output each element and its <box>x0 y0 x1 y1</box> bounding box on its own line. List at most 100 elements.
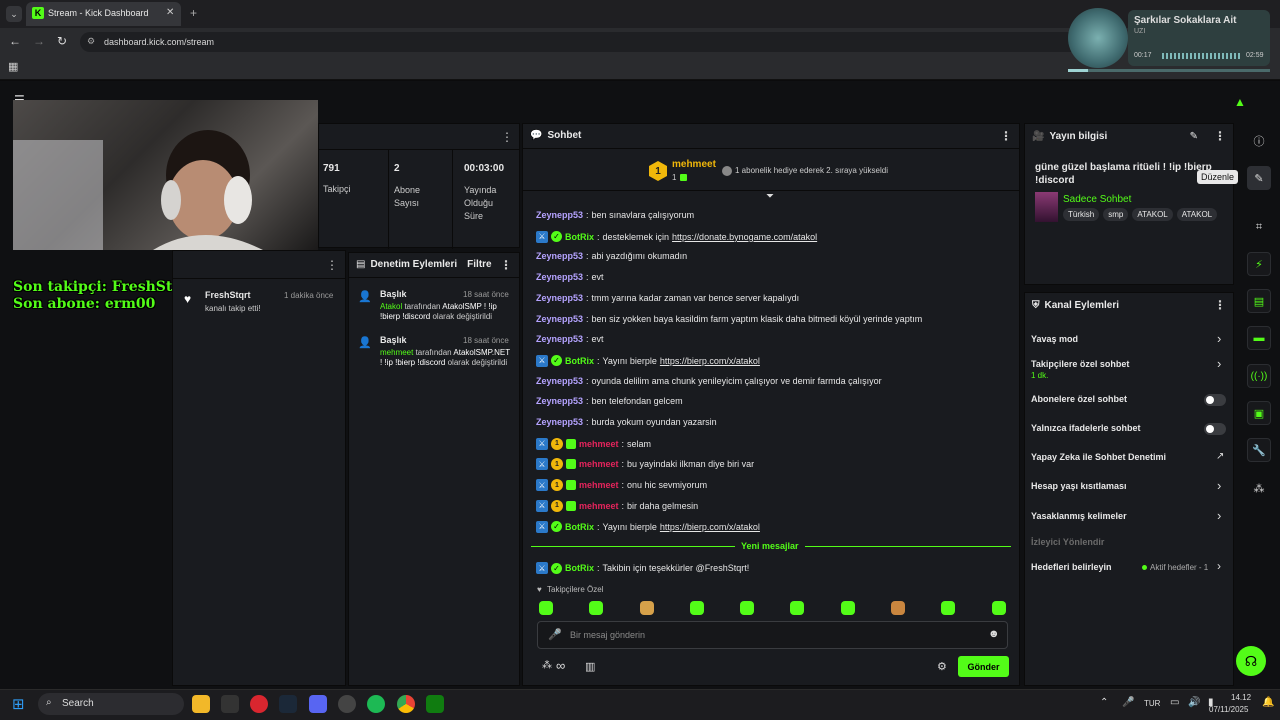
kick-studio-icon[interactable]: ▲ <box>1234 95 1246 109</box>
chat-username[interactable]: mehmeet <box>579 439 619 449</box>
emote[interactable] <box>640 601 654 615</box>
help-headset-icon[interactable]: ☊ <box>1236 646 1266 676</box>
chat-username[interactable]: BotRix <box>565 522 594 532</box>
channel-action-label[interactable]: Takipçilere özel sohbet <box>1031 359 1129 369</box>
settings-gear-icon[interactable]: ⚙ <box>937 660 947 673</box>
apps-grid-icon[interactable]: ▦ <box>8 60 18 73</box>
channel-action-label[interactable]: Yasaklanmış kelimeler <box>1031 511 1127 521</box>
chat-username[interactable]: BotRix <box>565 232 594 242</box>
emoji-icon[interactable]: ☻ <box>988 628 1000 640</box>
chevron-right-icon[interactable]: › <box>1217 559 1221 573</box>
chevron-right-icon[interactable]: › <box>1217 478 1221 493</box>
chat-username[interactable]: BotRix <box>565 563 594 573</box>
emote[interactable] <box>589 601 603 615</box>
chat-username[interactable]: BotRix <box>565 356 594 366</box>
channel-action-label[interactable]: Yavaş mod <box>1031 334 1078 344</box>
broadcast-rail-icon[interactable]: ((·)) <box>1247 364 1271 388</box>
notification-icon[interactable]: 🔔 <box>1262 697 1274 708</box>
store-icon[interactable]: ▥ <box>585 660 595 673</box>
info-icon[interactable]: ⓘ <box>1247 129 1271 153</box>
channel-action-label[interactable]: Yalnızca ifadelerle sohbet <box>1031 423 1141 433</box>
new-tab-icon[interactable]: + <box>190 6 197 20</box>
xbox-icon[interactable] <box>426 695 444 713</box>
chrome-icon[interactable] <box>397 695 415 713</box>
toggle-switch[interactable] <box>1204 423 1226 435</box>
chat-username[interactable]: mehmeet <box>579 480 619 490</box>
chat-username[interactable]: Zeynepp53 <box>536 293 583 303</box>
apps-icon[interactable]: ⁂ <box>1247 476 1271 500</box>
channel-action-label[interactable]: Abonelere özel sohbet <box>1031 394 1127 404</box>
wrench-icon[interactable]: 🔧 <box>1247 438 1271 462</box>
epic-games-icon[interactable] <box>221 695 239 713</box>
activity-menu-icon[interactable]: ⋮ <box>326 258 338 272</box>
send-button[interactable]: Gönder <box>958 656 1009 677</box>
emote[interactable] <box>992 601 1006 615</box>
url-field[interactable]: ⚙ dashboard.kick.com/stream <box>80 32 1080 52</box>
tab-list-button[interactable]: ⌄ <box>6 6 22 22</box>
chat-input[interactable]: 🎤 Bir mesaj gönderin ☻ <box>537 621 1008 649</box>
taskbar-search[interactable]: ⌕ Search <box>38 693 184 715</box>
channel-action-label[interactable]: Hesap yaşı kısıtlaması <box>1031 481 1127 491</box>
tag-chip[interactable]: smp <box>1103 208 1129 221</box>
pinned-user[interactable]: mehmeet <box>672 159 716 170</box>
clipboard-icon[interactable]: ▤ <box>1247 289 1271 313</box>
forward-icon[interactable]: → <box>33 34 45 48</box>
reload-icon[interactable]: ↻ <box>57 34 67 48</box>
category-link[interactable]: Sadece Sohbet <box>1063 194 1131 205</box>
emote[interactable] <box>740 601 754 615</box>
collapse-icon[interactable]: ⏷ <box>766 191 774 202</box>
emote[interactable] <box>539 601 553 615</box>
tag-chip[interactable]: Türkish <box>1063 208 1100 221</box>
language-indicator[interactable]: TUR <box>1144 699 1160 708</box>
steam-icon[interactable] <box>279 695 297 713</box>
chat-link[interactable]: https://bierp.com/x/atakol <box>660 356 760 366</box>
chat-username[interactable]: mehmeet <box>579 501 619 511</box>
chevron-right-icon[interactable]: › <box>1217 331 1221 346</box>
app-red-icon[interactable] <box>250 695 268 713</box>
obs-icon[interactable] <box>338 695 356 713</box>
chevron-right-icon[interactable]: › <box>1217 508 1221 523</box>
stats-menu-icon[interactable]: ⋮ <box>501 130 513 144</box>
chat-username[interactable]: Zeynepp53 <box>536 272 583 282</box>
chat-username[interactable]: Zeynepp53 <box>536 376 583 386</box>
spotify-icon[interactable] <box>367 695 385 713</box>
chat-username[interactable]: Zeynepp53 <box>536 417 583 427</box>
chat-link[interactable]: https://bierp.com/x/atakol <box>660 522 760 532</box>
channel-actions-menu-icon[interactable]: ⋮ <box>1214 298 1226 312</box>
layout-icon[interactable]: ▣ <box>1247 401 1271 425</box>
chat-username[interactable]: Zeynepp53 <box>536 251 583 261</box>
tray-chevron-icon[interactable]: ⌃ <box>1100 697 1108 708</box>
chevron-right-icon[interactable]: › <box>1217 356 1221 371</box>
browser-tab[interactable]: K Stream - Kick Dashboard ✕ <box>26 2 181 26</box>
emote[interactable] <box>891 601 905 615</box>
filter-button[interactable]: Filtre <box>467 259 491 270</box>
scan-icon[interactable]: ⌗ <box>1247 215 1271 239</box>
goals-label[interactable]: Hedefleri belirleyin <box>1031 562 1112 572</box>
stream-info-menu-icon[interactable]: ⋮ <box>1214 129 1226 143</box>
windows-start-icon[interactable]: ⊞ <box>12 695 25 713</box>
external-link-icon[interactable]: ↗ <box>1216 451 1224 462</box>
channel-action-label[interactable]: Yapay Zeka ile Sohbet Denetimi <box>1031 452 1166 462</box>
tag-chip[interactable]: ATAKOL <box>1176 208 1218 221</box>
chat-link[interactable]: https://donate.bynogame.com/atakol <box>672 232 817 242</box>
emote[interactable] <box>790 601 804 615</box>
edit-rail-icon[interactable]: ✎ <box>1247 166 1271 190</box>
site-info-icon[interactable]: ⚙ <box>87 36 95 47</box>
chat-rail-icon[interactable]: ▬ <box>1247 326 1271 350</box>
chat-username[interactable]: Zeynepp53 <box>536 210 583 220</box>
volume-icon[interactable]: 🔊 <box>1188 697 1200 708</box>
emote[interactable] <box>690 601 704 615</box>
discord-icon[interactable] <box>309 695 327 713</box>
lightning-icon[interactable]: ⚡ <box>1247 252 1271 276</box>
back-icon[interactable]: ← <box>9 34 21 48</box>
microphone-icon[interactable]: 🎤 <box>548 628 562 641</box>
chat-username[interactable]: Zeynepp53 <box>536 334 583 344</box>
tray-mic-icon[interactable]: 🎤 <box>1122 697 1134 708</box>
emote[interactable] <box>941 601 955 615</box>
emote[interactable] <box>841 601 855 615</box>
points-icon[interactable]: ⁂ <box>542 660 552 671</box>
tab-close-icon[interactable]: ✕ <box>166 7 174 18</box>
chat-menu-icon[interactable]: ⋮ <box>1000 129 1012 143</box>
toggle-switch[interactable] <box>1204 394 1226 406</box>
edit-pencil-icon[interactable]: ✎ <box>1190 131 1198 142</box>
